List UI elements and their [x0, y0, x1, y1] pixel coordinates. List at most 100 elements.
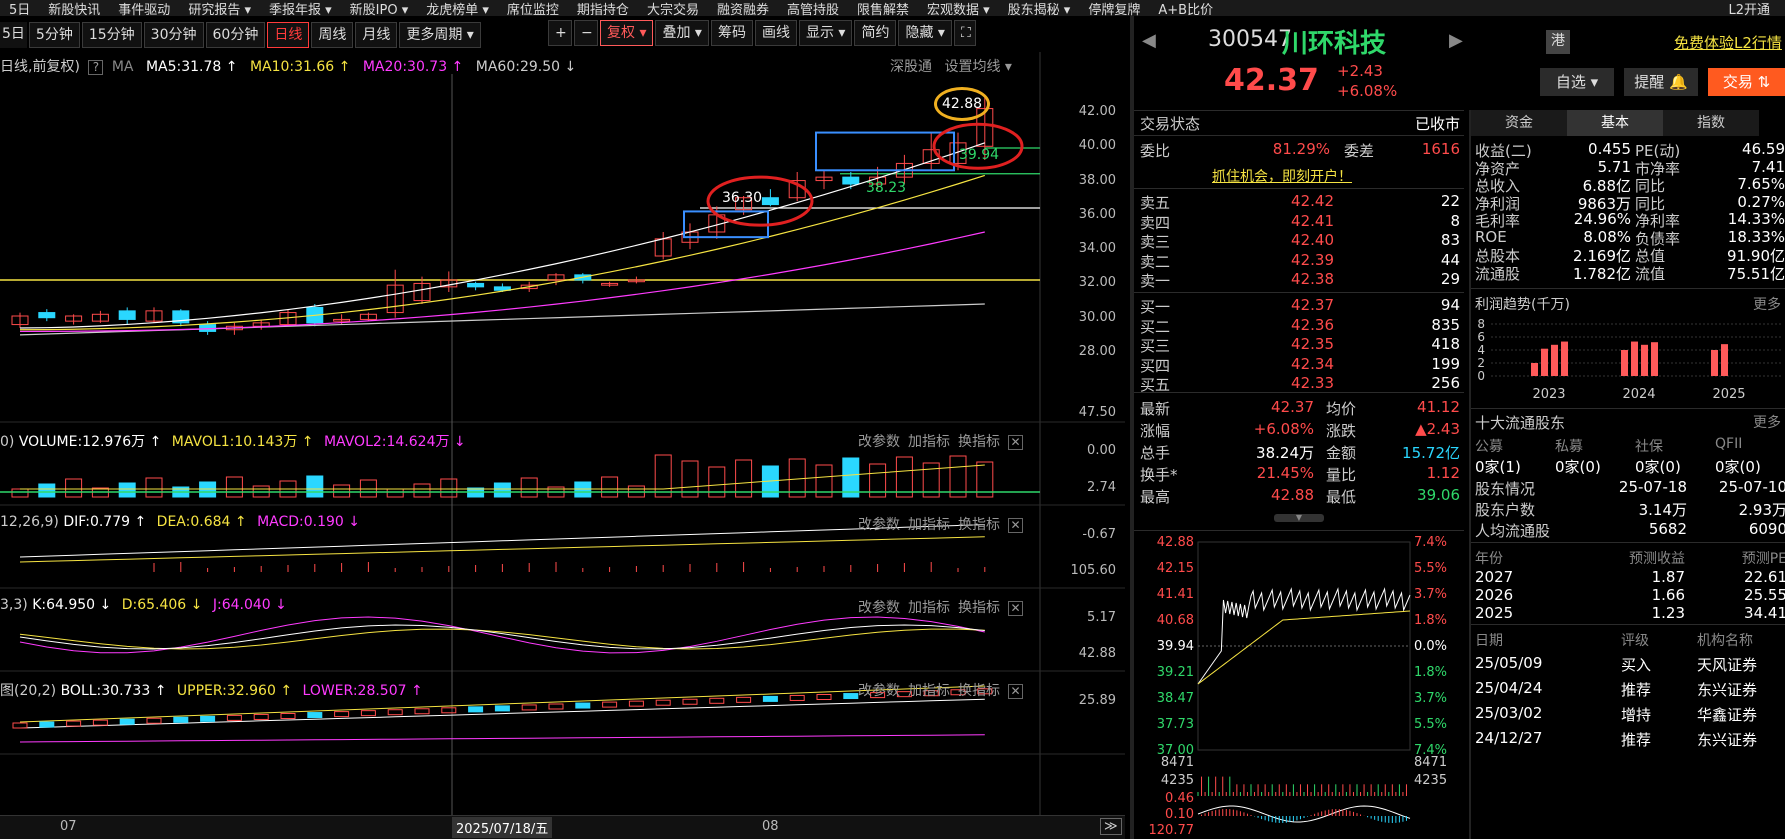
menu-item[interactable]: 新股快讯 [39, 0, 109, 17]
menu-item[interactable]: 研究报告 ▾ [179, 0, 260, 17]
menu-item[interactable]: 席位监控 [498, 0, 568, 17]
fin-label: 流通股 [1475, 264, 1521, 283]
trade-button[interactable]: 交易 ⇅ [1708, 68, 1785, 96]
switch-indicator-link[interactable]: 换指标 [958, 683, 1000, 699]
add-indicator-link[interactable]: 加指标 [908, 517, 950, 533]
menu-item[interactable]: 龙虎榜单 ▾ [417, 0, 498, 17]
ma-setting-link[interactable]: 设置均线 ▾ [944, 59, 1011, 75]
sell-volume: 44 [1440, 250, 1460, 269]
hide-dropdown[interactable]: 隐藏 ▾ [898, 20, 952, 46]
menu-item[interactable]: 5日 [0, 0, 39, 17]
l2-open-link[interactable]: L2开通 [1719, 0, 1779, 17]
kline-chart-area[interactable]: 日线,前复权) ? MA MA5:31.78 ↑ MA10:31.66 ↑ MA… [0, 52, 1125, 839]
overlay-dropdown[interactable]: 叠加 ▾ [655, 20, 709, 46]
chip-button[interactable]: 筹码 [710, 20, 753, 46]
change-param-link[interactable]: 改参数 [858, 434, 900, 450]
period-button[interactable]: 15分钟 [81, 22, 142, 48]
open-account-promo[interactable]: 抓住机会，即刻开户！ [1212, 166, 1352, 186]
buy-price[interactable]: 42.37 [1244, 296, 1334, 314]
close-icon[interactable]: ✕ [1008, 435, 1023, 450]
menu-item[interactable]: 事件驱动 [109, 0, 179, 17]
sell-price[interactable]: 42.40 [1244, 231, 1334, 249]
intraday-avg-line [1197, 610, 1411, 685]
scroll-end-button[interactable]: ≫ [1100, 818, 1122, 835]
menu-item[interactable]: A+B比价 [1149, 0, 1222, 17]
change-param-link[interactable]: 改参数 [858, 600, 900, 616]
close-icon[interactable]: ✕ [1008, 518, 1023, 533]
period-button[interactable]: 30分钟 [143, 22, 204, 48]
period-5day[interactable]: 5日 [0, 22, 27, 48]
profit-y-tick: 4 [1477, 343, 1485, 357]
fundamental-tab[interactable]: 资金 [1471, 110, 1567, 136]
buy-price[interactable]: 42.34 [1244, 355, 1334, 373]
zoom-out-button[interactable]: − [574, 20, 598, 46]
next-stock-icon[interactable]: ▶ [1449, 30, 1463, 51]
period-button[interactable]: 更多周期 ▾ [399, 22, 481, 48]
display-dropdown[interactable]: 显示 ▾ [798, 20, 853, 46]
change-param-link[interactable]: 改参数 [858, 683, 900, 699]
holders-more-link[interactable]: 更多 [1753, 412, 1781, 432]
rating-cell: 25/05/09 [1475, 654, 1543, 672]
sell-price[interactable]: 42.39 [1244, 251, 1334, 269]
sell-price[interactable]: 42.38 [1244, 270, 1334, 288]
period-button[interactable]: 月线 [355, 22, 398, 48]
add-indicator-link[interactable]: 加指标 [908, 600, 950, 616]
profit-more-link[interactable]: 更多 [1753, 294, 1781, 314]
menu-item[interactable]: 停牌复牌 [1079, 0, 1149, 17]
period-button[interactable]: 日线 [267, 22, 310, 48]
buy-price[interactable]: 42.33 [1244, 374, 1334, 392]
fuquan-dropdown[interactable]: 复权 ▾ [600, 20, 654, 46]
close-icon[interactable]: ✕ [1008, 684, 1023, 699]
fullscreen-icon[interactable]: ⛶ [953, 20, 976, 46]
top-holders-title: 十大流通股东 [1475, 414, 1566, 432]
switch-indicator-link[interactable]: 换指标 [958, 517, 1000, 533]
stat-label: 量比 [1326, 466, 1357, 484]
zixuan-dropdown[interactable]: 自选 ▾ [1540, 68, 1614, 96]
collapse-handle[interactable]: ▼ [1274, 514, 1324, 522]
buy-price[interactable]: 42.36 [1244, 316, 1334, 334]
simple-button[interactable]: 简约 [854, 20, 897, 46]
menu-item[interactable]: 股东揭秘 ▾ [999, 0, 1080, 17]
volume-bar [333, 484, 351, 498]
intraday-chart[interactable]: 42.88 42.15 41.41 40.68 39.94 39.21 38.47 37.73… [1134, 534, 1464, 834]
forecast-eps: 1.66 [1651, 586, 1685, 604]
period-button[interactable]: 5分钟 [28, 22, 80, 48]
menu-item[interactable]: 大宗交易 [638, 0, 708, 17]
prev-stock-icon[interactable]: ◀ [1142, 30, 1156, 51]
menu-item[interactable]: 新股IPO ▾ [341, 0, 418, 17]
remind-button[interactable]: 提醒 🔔 [1624, 68, 1698, 96]
sell-price[interactable]: 42.41 [1244, 212, 1334, 230]
draw-line-button[interactable]: 画线 [754, 20, 797, 46]
shengutong-link[interactable]: 深股通 [890, 59, 932, 75]
help-icon[interactable]: ? [88, 60, 104, 75]
menu-item[interactable]: 限售解禁 [848, 0, 918, 17]
switch-indicator-link[interactable]: 换指标 [958, 434, 1000, 450]
fundamental-tab[interactable]: 基本 [1567, 110, 1663, 136]
zoom-in-button[interactable]: + [548, 20, 572, 46]
boll-candle [762, 695, 778, 702]
l2-promo-link[interactable]: 免费体验L2行情 [1674, 32, 1782, 53]
boll-candle [789, 694, 805, 701]
sell-price[interactable]: 42.42 [1244, 192, 1334, 210]
add-indicator-link[interactable]: 加指标 [908, 683, 950, 699]
menu-item[interactable]: 融资融券 [708, 0, 778, 17]
close-icon[interactable]: ✕ [1008, 601, 1023, 616]
price-change-pct: +6.08% [1337, 82, 1398, 100]
period-button[interactable]: 周线 [311, 22, 354, 48]
add-indicator-link[interactable]: 加指标 [908, 434, 950, 450]
menu-item[interactable]: 期指持仓 [568, 0, 638, 17]
menu-item[interactable]: 季报年报 ▾ [260, 0, 341, 17]
hk-button[interactable]: 港 [1546, 30, 1570, 54]
menu-item[interactable]: 宏观数据 ▾ [918, 0, 999, 17]
holder-col-header: 社保 [1635, 439, 1663, 455]
holder-col-value: 0家(1) [1475, 458, 1521, 476]
change-param-link[interactable]: 改参数 [858, 517, 900, 533]
order-book: 交易状态 已收市 委比 81.29% 委差 1616 抓住机会，即刻开户！ 卖五… [1134, 110, 1464, 839]
period-button[interactable]: 60分钟 [205, 22, 266, 48]
profit-bar [1631, 341, 1638, 376]
buy-price[interactable]: 42.35 [1244, 335, 1334, 353]
menu-item[interactable]: 高管持股 [778, 0, 848, 17]
rating-col-header: 日期 [1475, 633, 1503, 649]
switch-indicator-link[interactable]: 换指标 [958, 600, 1000, 616]
fundamental-tab[interactable]: 指数 [1663, 110, 1759, 136]
